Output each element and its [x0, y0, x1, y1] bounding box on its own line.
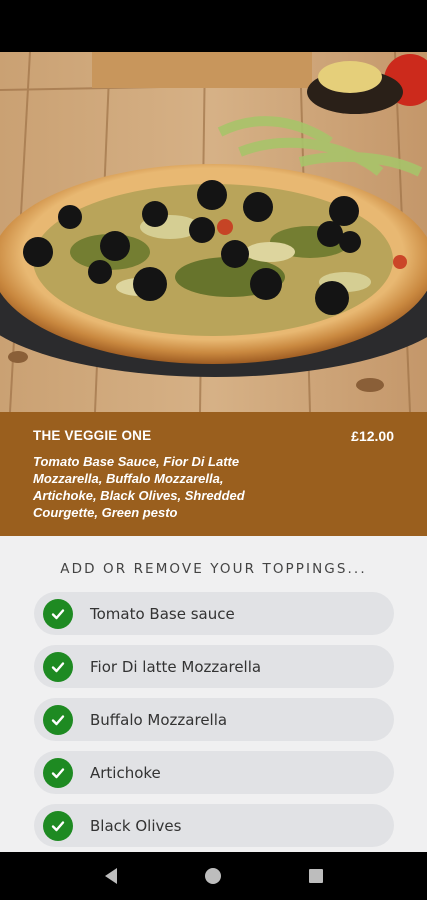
toppings-heading: ADD OR REMOVE YOUR TOPPINGS...	[60, 561, 367, 577]
topping-label: Fior Di latte Mozzarella	[90, 657, 262, 676]
topping-item[interactable]: Tomato Base sauce	[34, 592, 394, 635]
product-info-panel: THE VEGGIE ONE £12.00 Tomato Base Sauce,…	[0, 412, 427, 536]
back-triangle-icon	[105, 868, 118, 884]
home-circle-icon	[205, 868, 222, 884]
topping-label: Tomato Base sauce	[90, 604, 235, 623]
topping-item[interactable]: Fior Di latte Mozzarella	[34, 645, 394, 688]
system-nav-bar	[0, 852, 427, 900]
pizza-image	[0, 52, 427, 412]
toppings-section: ADD OR REMOVE YOUR TOPPINGS... Tomato Ba…	[0, 536, 427, 852]
topping-item[interactable]: Artichoke	[34, 751, 394, 794]
check-icon[interactable]	[43, 810, 73, 841]
product-description: Tomato Base Sauce, Fior Di Latte Mozzare…	[33, 454, 245, 520]
home-button[interactable]	[193, 856, 233, 896]
back-button[interactable]	[91, 856, 131, 896]
product-price: £12.00	[351, 428, 394, 444]
topping-label: Black Olives	[90, 816, 182, 835]
topping-label: Buffalo Mozzarella	[90, 710, 228, 729]
recents-square-icon	[308, 869, 323, 883]
check-icon[interactable]	[43, 704, 73, 735]
topping-list: Tomato Base sauce Fior Di latte Mozzarel…	[0, 592, 427, 847]
topping-item[interactable]: Buffalo Mozzarella	[34, 698, 394, 741]
check-icon[interactable]	[43, 651, 73, 682]
recents-button[interactable]	[296, 856, 336, 896]
topping-item[interactable]: Black Olives	[34, 804, 394, 847]
topping-label: Artichoke	[90, 763, 161, 782]
status-bar	[0, 0, 427, 52]
product-name: THE VEGGIE ONE	[33, 428, 152, 443]
pizza-photo	[0, 52, 427, 412]
check-icon[interactable]	[43, 757, 73, 788]
check-icon[interactable]	[43, 598, 73, 629]
